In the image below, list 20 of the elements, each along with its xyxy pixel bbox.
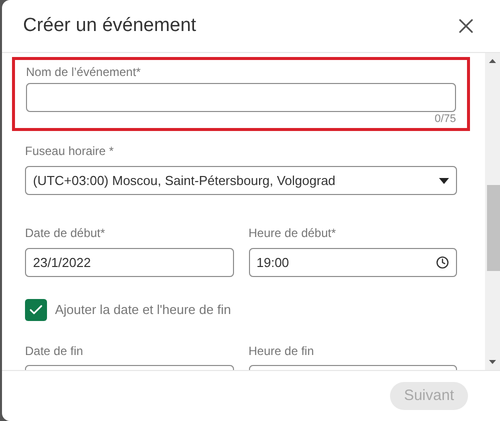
field-label: Date de début*	[25, 225, 106, 241]
timezone-select[interactable]: (UTC+03:00) Moscou, Saint-Pétersbourg, Volgograd	[25, 166, 457, 195]
dropdown-caret-icon	[439, 178, 449, 184]
start-time-field[interactable]: 19:00	[248, 248, 457, 277]
scrollbar[interactable]	[485, 53, 500, 370]
clock-icon	[436, 256, 449, 269]
field-label: Heure de début*	[248, 225, 337, 241]
field-label: Nom de l’événement*	[26, 64, 142, 80]
character-counter: 0/75	[434, 112, 456, 126]
field-label: Date de fin	[25, 343, 84, 359]
checkbox-label: Ajouter la date et l'heure de fin	[55, 301, 231, 320]
checkbox[interactable]	[25, 299, 47, 321]
scroll-up-icon	[489, 59, 496, 63]
field-label: Fuseau horaire *	[25, 143, 115, 159]
start-date-field[interactable]: 23/1/2022	[25, 248, 234, 277]
event-name-field[interactable]	[26, 83, 456, 112]
dialog-title: Créer un événement	[23, 14, 196, 38]
scroll-down-icon	[489, 360, 496, 364]
scrollbar-thumb[interactable]	[487, 185, 500, 271]
field-label: Heure de fin	[248, 343, 315, 359]
